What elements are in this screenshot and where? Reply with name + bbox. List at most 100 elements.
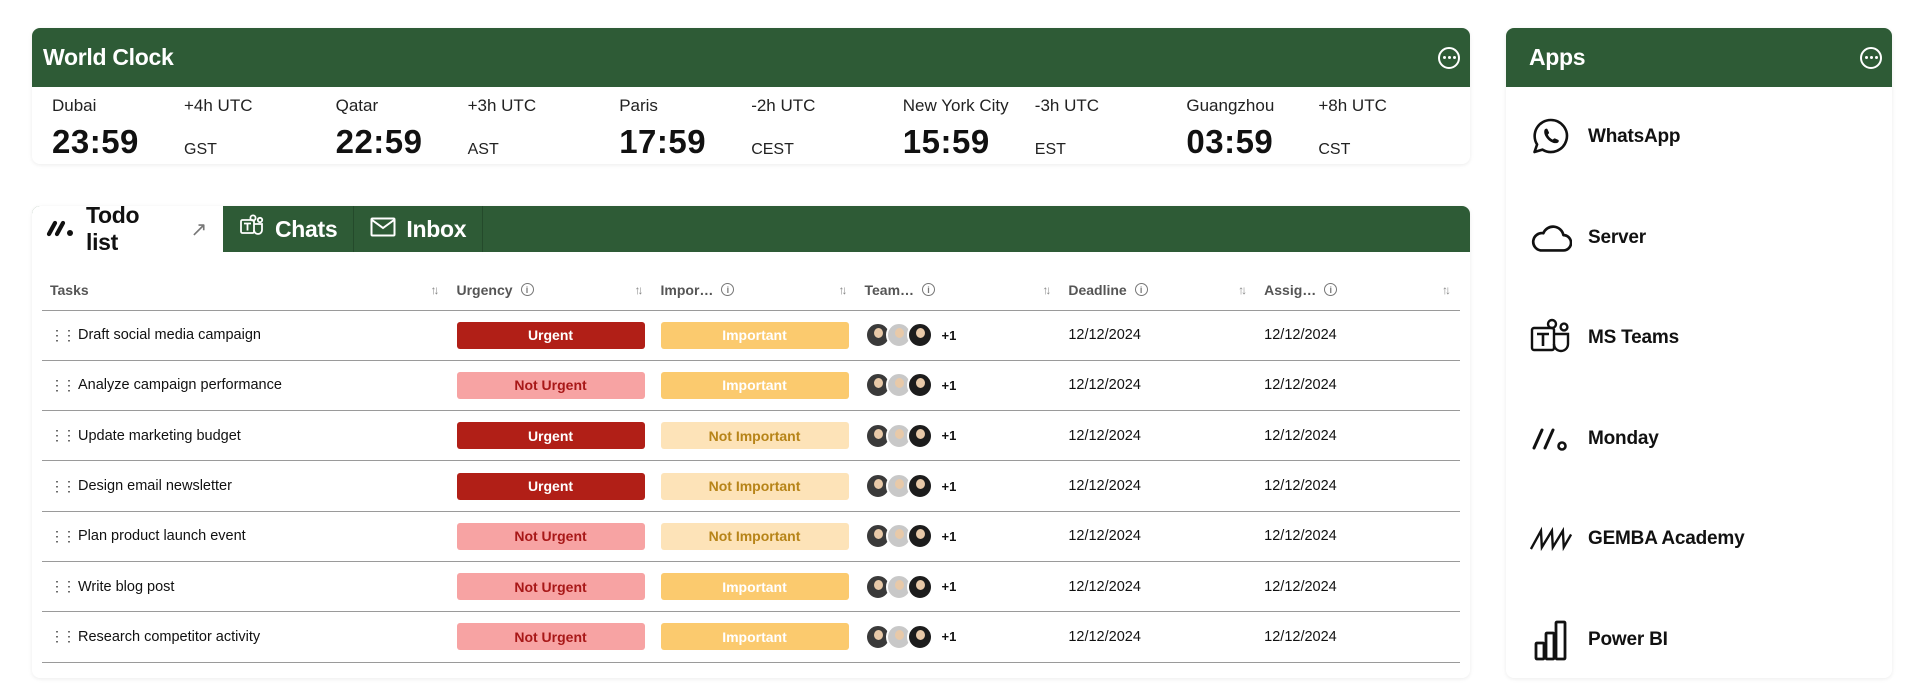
urgency-cell[interactable]: Urgent [448, 460, 653, 512]
app-monday[interactable]: Monday [1506, 389, 1892, 490]
tab-chats[interactable]: Chats [223, 206, 355, 252]
column-header-urgency[interactable]: Urgency i ↑↓ [448, 270, 653, 311]
assigned-cell[interactable]: 12/12/2024 [1256, 511, 1460, 562]
more-members-count[interactable]: +1 [942, 479, 957, 494]
importance-badge[interactable]: Not Important [660, 422, 849, 450]
sort-icon[interactable]: ↑↓ [1238, 283, 1248, 297]
urgency-badge[interactable]: Not Urgent [456, 371, 645, 399]
team-cell[interactable]: +1 [856, 360, 1061, 412]
importance-badge[interactable]: Important [660, 371, 849, 399]
assigned-cell[interactable]: 12/12/2024 [1256, 360, 1460, 412]
urgency-cell[interactable]: Not Urgent [448, 511, 653, 562]
more-members-count[interactable]: +1 [942, 378, 957, 393]
urgency-cell[interactable]: Urgent [448, 310, 653, 361]
urgency-badge[interactable]: Urgent [456, 472, 645, 500]
open-external-icon[interactable]: ↗ [191, 217, 208, 242]
column-header-tasks[interactable]: Tasks ↑↓ [42, 270, 449, 311]
urgency-badge[interactable]: Not Urgent [456, 522, 645, 550]
app-power-bi[interactable]: Power BI [1506, 590, 1892, 679]
sort-icon[interactable]: ↑↓ [431, 283, 441, 297]
urgency-cell[interactable]: Not Urgent [448, 360, 653, 412]
importance-cell[interactable]: Not Important [652, 410, 857, 462]
deadline-cell[interactable]: 12/12/2024 [1060, 611, 1257, 663]
importance-cell[interactable]: Not Important [652, 460, 857, 512]
team-cell[interactable]: +1 [856, 410, 1061, 462]
more-members-count[interactable]: +1 [942, 428, 957, 443]
team-avatars[interactable]: +1 [864, 623, 1053, 650]
drag-handle-icon[interactable]: ⋮⋮ [50, 427, 76, 444]
importance-cell[interactable]: Not Important [652, 511, 857, 562]
team-avatars[interactable]: +1 [864, 372, 1053, 399]
team-cell[interactable]: +1 [856, 310, 1061, 361]
deadline-cell[interactable]: 12/12/2024 [1060, 460, 1257, 512]
column-header-team[interactable]: Team… i ↑↓ [856, 270, 1061, 311]
assigned-cell[interactable]: 12/12/2024 [1256, 611, 1460, 663]
more-members-count[interactable]: +1 [942, 629, 957, 644]
info-icon[interactable]: i [721, 283, 735, 297]
info-icon[interactable]: i [520, 283, 534, 297]
sort-icon[interactable]: ↑↓ [839, 283, 849, 297]
importance-badge[interactable]: Not Important [660, 472, 849, 500]
task-cell[interactable]: ⋮⋮ Update marketing budget [42, 410, 449, 462]
deadline-cell[interactable]: 12/12/2024 [1060, 511, 1257, 562]
sort-icon[interactable]: ↑↓ [1442, 283, 1452, 297]
deadline-cell[interactable]: 12/12/2024 [1060, 410, 1257, 462]
more-options-icon[interactable] [1860, 46, 1882, 69]
team-avatars[interactable]: +1 [864, 322, 1053, 349]
urgency-badge[interactable]: Urgent [456, 321, 645, 349]
table-row[interactable]: ⋮⋮ Update marketing budget Urgent Not Imp… [42, 410, 1460, 462]
table-row[interactable]: ⋮⋮ Research competitor activity Not Urgen… [42, 611, 1460, 663]
drag-handle-icon[interactable]: ⋮⋮ [50, 478, 76, 495]
column-header-assigned[interactable]: Assig… i ↑↓ [1256, 270, 1460, 311]
urgency-cell[interactable]: Urgent [448, 410, 653, 462]
team-avatars[interactable]: +1 [864, 422, 1053, 449]
team-cell[interactable]: +1 [856, 611, 1061, 663]
deadline-cell[interactable]: 12/12/2024 [1060, 561, 1257, 613]
team-cell[interactable]: +1 [856, 561, 1061, 613]
importance-cell[interactable]: Important [652, 360, 857, 412]
urgency-cell[interactable]: Not Urgent [448, 561, 653, 613]
more-members-count[interactable]: +1 [942, 579, 957, 594]
table-row[interactable]: ⋮⋮ Design email newsletter Urgent Not Imp… [42, 460, 1460, 512]
deadline-cell[interactable]: 12/12/2024 [1060, 310, 1257, 361]
team-avatars[interactable]: +1 [864, 573, 1053, 600]
urgency-badge[interactable]: Urgent [456, 422, 645, 450]
drag-handle-icon[interactable]: ⋮⋮ [50, 628, 76, 645]
assigned-cell[interactable]: 12/12/2024 [1256, 310, 1460, 361]
table-row[interactable]: ⋮⋮ Draft social media campaign Urgent Imp… [42, 310, 1460, 361]
table-row[interactable]: ⋮⋮ Plan product launch event Not Urgent N… [42, 511, 1460, 562]
info-icon[interactable]: i [922, 283, 936, 297]
sort-icon[interactable]: ↑↓ [1042, 283, 1052, 297]
table-row[interactable]: ⋮⋮ Write blog post Not Urgent Important +… [42, 561, 1460, 613]
info-icon[interactable]: i [1324, 283, 1338, 297]
more-members-count[interactable]: +1 [942, 529, 957, 544]
app-whatsapp[interactable]: WhatsApp [1506, 87, 1892, 188]
app-server[interactable]: Server [1506, 188, 1892, 289]
task-cell[interactable]: ⋮⋮ Plan product launch event [42, 511, 449, 562]
assigned-cell[interactable]: 12/12/2024 [1256, 561, 1460, 613]
team-cell[interactable]: +1 [856, 511, 1061, 562]
task-cell[interactable]: ⋮⋮ Draft social media campaign [42, 310, 449, 361]
urgency-badge[interactable]: Not Urgent [456, 573, 645, 601]
more-options-icon[interactable] [1438, 46, 1460, 69]
deadline-cell[interactable]: 12/12/2024 [1060, 360, 1257, 412]
assigned-cell[interactable]: 12/12/2024 [1256, 410, 1460, 462]
task-cell[interactable]: ⋮⋮ Design email newsletter [42, 460, 449, 512]
team-avatars[interactable]: +1 [864, 523, 1053, 550]
urgency-badge[interactable]: Not Urgent [456, 623, 645, 651]
importance-badge[interactable]: Important [660, 321, 849, 349]
column-header-importance[interactable]: Impor… i ↑↓ [652, 270, 857, 311]
sort-icon[interactable]: ↑↓ [635, 283, 645, 297]
more-members-count[interactable]: +1 [942, 328, 957, 343]
assigned-cell[interactable]: 12/12/2024 [1256, 460, 1460, 512]
app-gemba-academy[interactable]: GEMBA Academy [1506, 489, 1892, 590]
importance-badge[interactable]: Not Important [660, 522, 849, 550]
info-icon[interactable]: i [1134, 283, 1148, 297]
importance-cell[interactable]: Important [652, 561, 857, 613]
importance-badge[interactable]: Important [660, 573, 849, 601]
drag-handle-icon[interactable]: ⋮⋮ [50, 528, 76, 545]
importance-cell[interactable]: Important [652, 310, 857, 361]
table-row[interactable]: ⋮⋮ Analyze campaign performance Not Urgen… [42, 360, 1460, 412]
drag-handle-icon[interactable]: ⋮⋮ [50, 377, 76, 394]
tab-todo-list[interactable]: Todo list ↗ [32, 206, 223, 255]
